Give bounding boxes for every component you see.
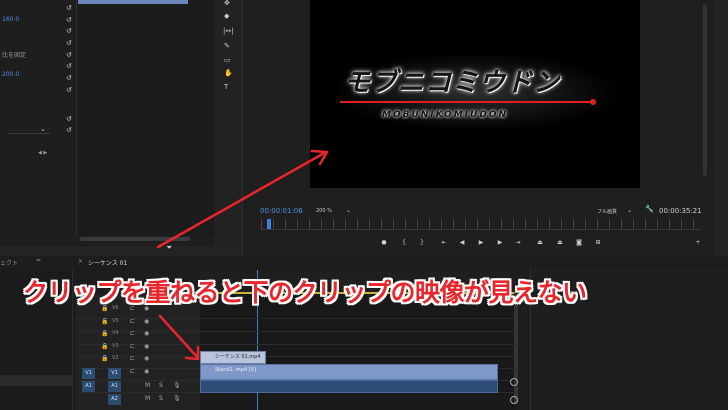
annotation-caption: クリップを重ねると下のクリップの映像が見えない — [23, 278, 587, 307]
arrow-to-monitor — [156, 150, 328, 249]
arrow-to-clips — [158, 314, 200, 360]
annotation-arrows — [156, 149, 329, 361]
